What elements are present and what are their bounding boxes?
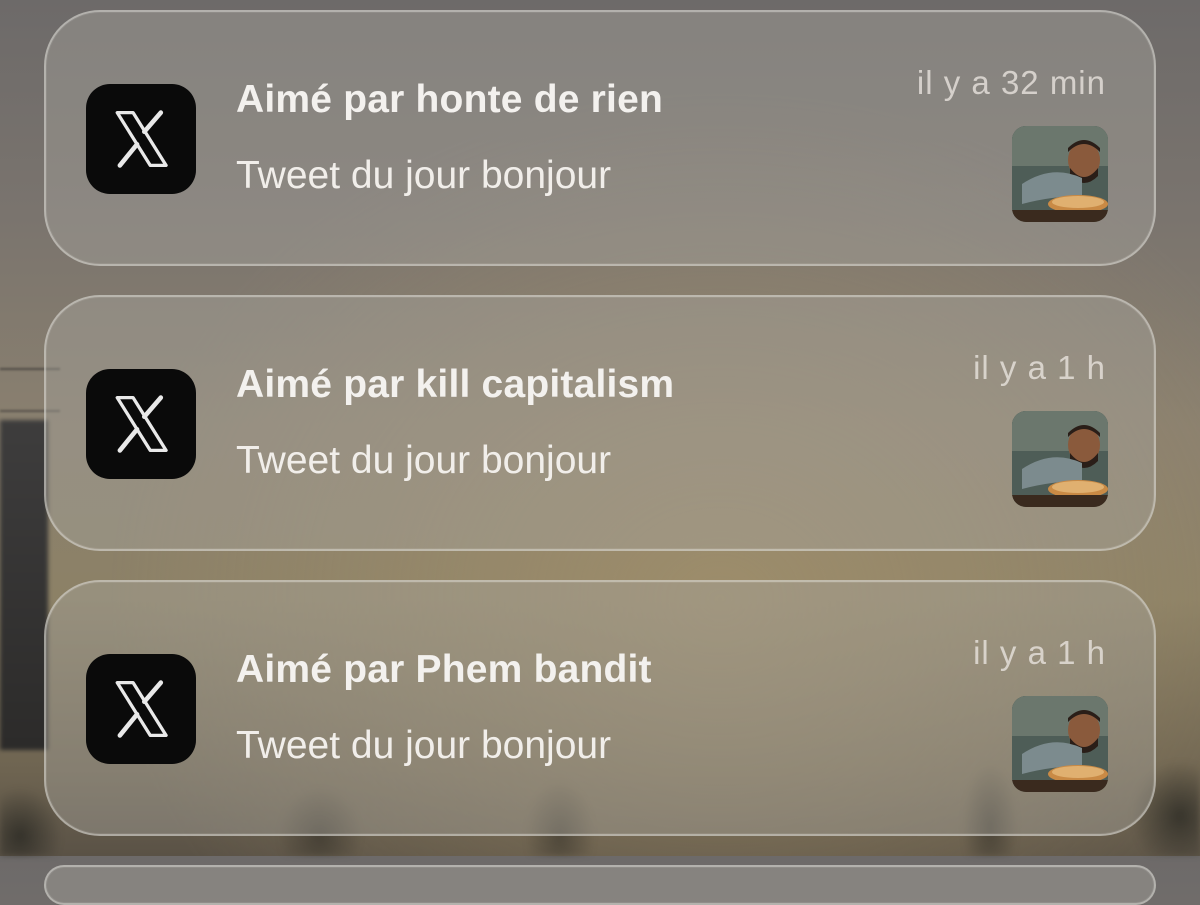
x-logo-icon [86, 654, 196, 764]
notification-timestamp: il y a 32 min [916, 64, 1106, 101]
notification-title: Aimé par Phem bandit [236, 648, 652, 691]
notification-timestamp: il y a 1 h [973, 634, 1106, 671]
tweet-image-thumbnail [1012, 411, 1108, 507]
notification-title: Aimé par kill capitalism [236, 363, 675, 406]
notification-timestamp: il y a 1 h [973, 349, 1106, 386]
notification-card[interactable]: Aimé par kill capitalism Tweet du jour b… [44, 295, 1156, 551]
x-logo-icon [86, 84, 196, 194]
notification-body: Tweet du jour bonjour [236, 154, 612, 197]
notification-card-partial[interactable] [44, 865, 1156, 905]
notification-card[interactable]: Aimé par honte de rien Tweet du jour bon… [44, 10, 1156, 266]
notification-body: Tweet du jour bonjour [236, 439, 612, 482]
background-building [0, 420, 48, 750]
notification-stack: Aimé par honte de rien Tweet du jour bon… [44, 10, 1156, 905]
notification-card[interactable]: Aimé par Phem bandit Tweet du jour bonjo… [44, 580, 1156, 836]
tweet-image-thumbnail [1012, 126, 1108, 222]
x-logo-icon [86, 369, 196, 479]
tweet-image-thumbnail [1012, 696, 1108, 792]
notification-body: Tweet du jour bonjour [236, 724, 612, 767]
notification-title: Aimé par honte de rien [236, 78, 663, 121]
